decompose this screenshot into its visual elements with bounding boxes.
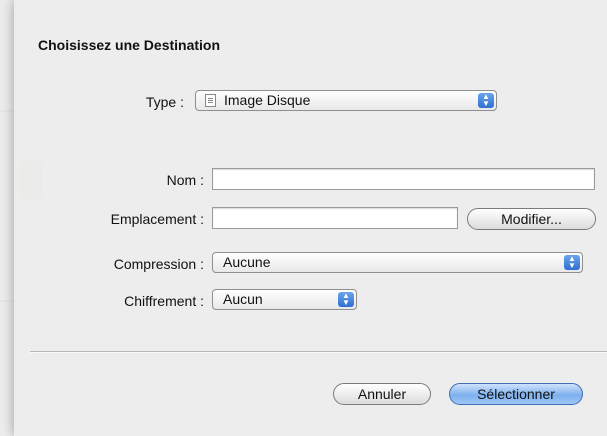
stepper-arrows-icon: ▲ ▼ <box>338 292 354 307</box>
type-label: Type : <box>145 94 184 110</box>
compression-value: Aucune <box>223 254 271 270</box>
chiffrement-popup[interactable]: Aucun ▲ ▼ <box>212 289 357 310</box>
compression-label: Compression : <box>113 256 204 272</box>
compression-popup[interactable]: Aucune ▲ ▼ <box>212 252 583 273</box>
stepper-arrows-icon: ▲ ▼ <box>478 93 494 108</box>
cancel-button[interactable]: Annuler <box>333 383 431 405</box>
dialog-title: Choisissez une Destination <box>38 37 221 53</box>
select-button[interactable]: Sélectionner <box>449 383 583 405</box>
type-value: Image Disque <box>224 92 311 108</box>
chiffrement-value: Aucun <box>223 291 263 307</box>
emplacement-label: Emplacement : <box>110 211 204 227</box>
modifier-button[interactable]: Modifier... <box>467 208 596 230</box>
emplacement-field[interactable] <box>212 207 458 229</box>
nom-field[interactable] <box>212 168 595 190</box>
document-icon <box>205 94 216 107</box>
stepper-arrows-icon: ▲ ▼ <box>564 255 580 270</box>
chiffrement-label: Chiffrement : <box>124 293 204 309</box>
divider <box>30 351 607 352</box>
nom-label: Nom : <box>166 172 204 188</box>
type-popup[interactable]: Image Disque ▲ ▼ <box>195 90 497 111</box>
